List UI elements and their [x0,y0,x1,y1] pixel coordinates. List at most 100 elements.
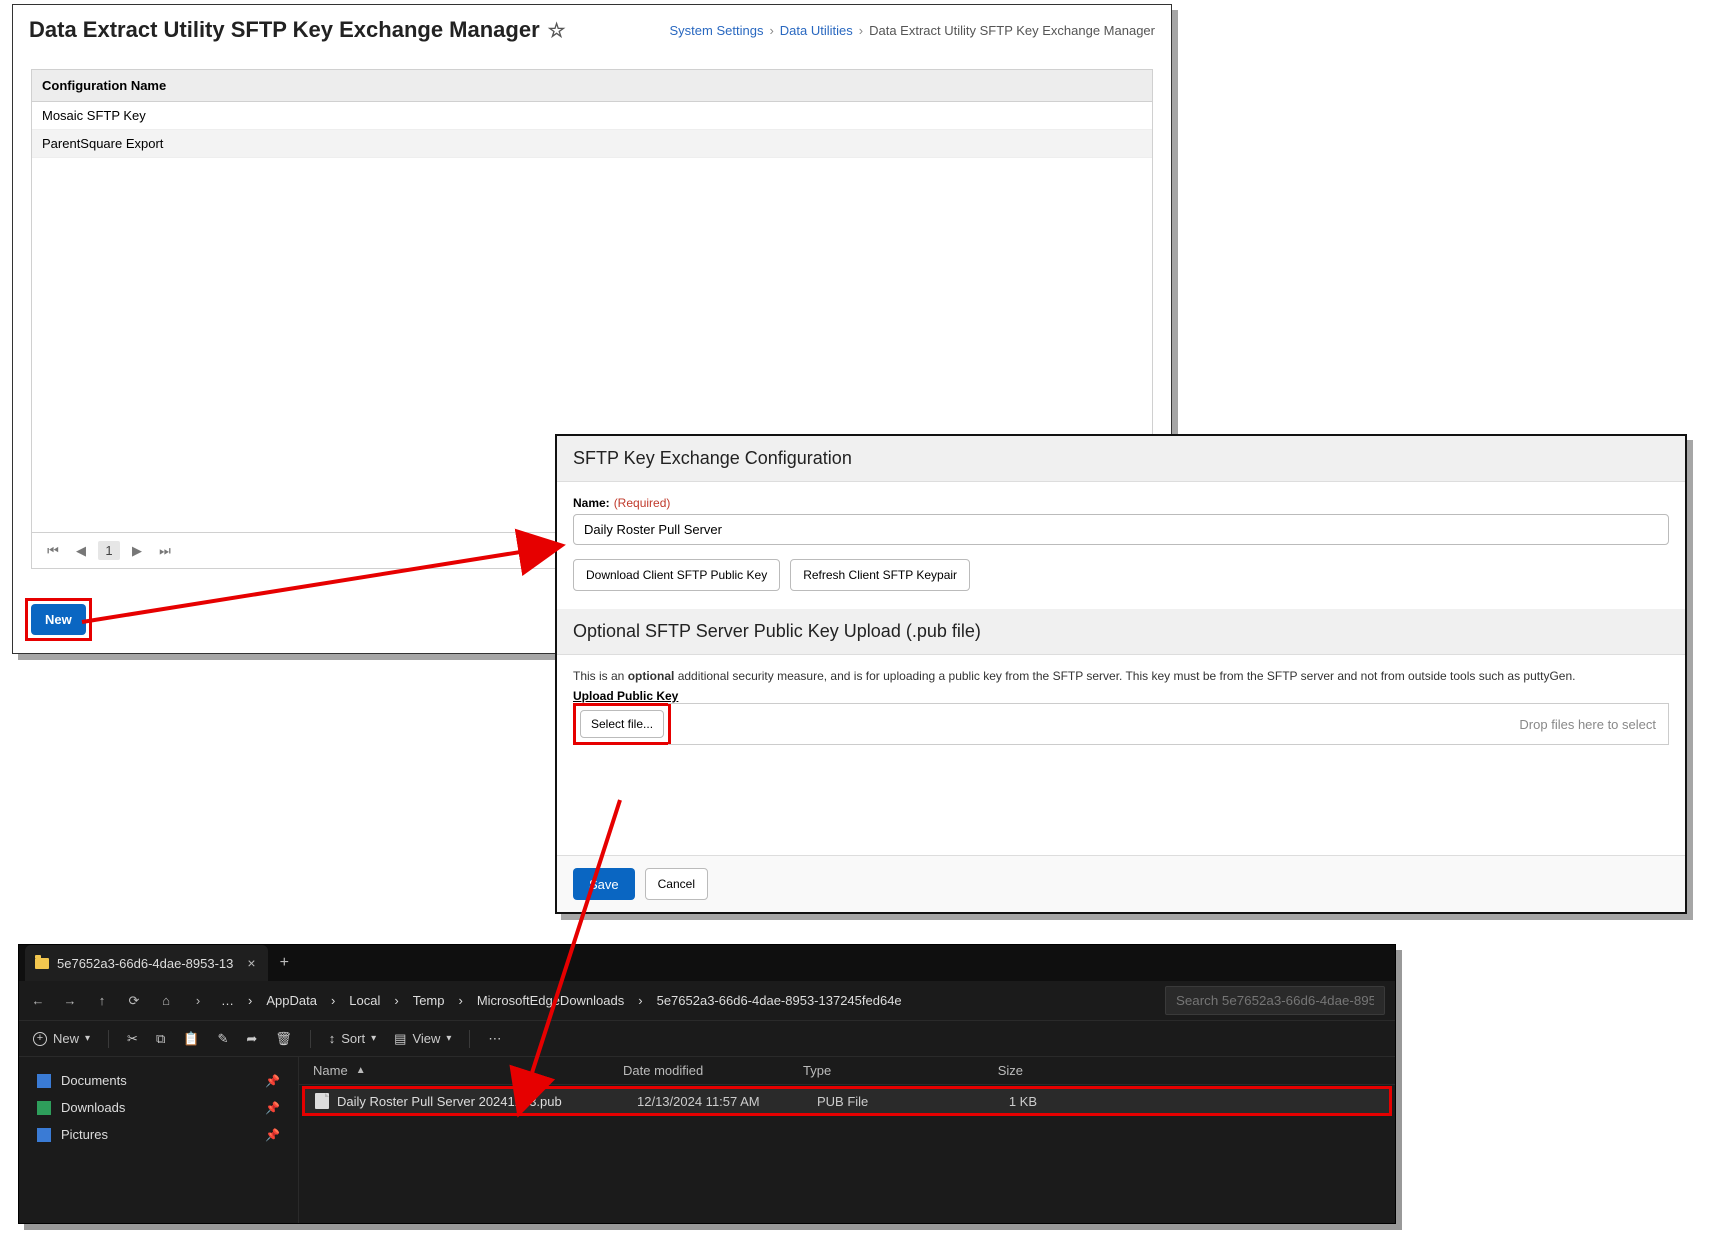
explorer-tab[interactable]: 5e7652a3-66d6-4dae-8953-13 × [25,945,268,981]
nav-back-icon[interactable]: ← [29,993,47,1008]
chevron-right-icon: › [859,23,863,38]
breadcrumb-current: Data Extract Utility SFTP Key Exchange M… [869,23,1155,38]
save-button[interactable]: Save [573,868,635,900]
pin-icon[interactable]: 📌 [265,1101,280,1115]
chevron-right-icon: › [189,993,207,1008]
breadcrumb-system-settings[interactable]: System Settings [670,23,764,38]
path-segment[interactable]: AppData [266,993,317,1008]
rename-icon[interactable]: ✎ [217,1031,228,1047]
path-segment[interactable]: Local [349,993,380,1008]
path-segment[interactable]: 5e7652a3-66d6-4dae-8953-137245fed64e [657,993,902,1008]
refresh-keypair-button[interactable]: Refresh Client SFTP Keypair [790,559,970,591]
view-icon: ▤ [394,1031,406,1047]
copy-icon[interactable]: ⧉ [156,1031,165,1047]
toolbar-sort-button[interactable]: ↕Sort▾ [329,1031,376,1046]
sidebar-item-downloads[interactable]: Downloads 📌 [27,1094,290,1121]
config-name-cell: ParentSquare Export [42,136,163,151]
new-button[interactable]: New [31,604,86,635]
column-headers: Name ▲ Date modified Type Size [299,1057,1395,1085]
select-file-button[interactable]: Select file... [580,710,664,738]
toolbar-new-button[interactable]: +New▾ [33,1031,90,1046]
file-type-cell: PUB File [817,1094,957,1109]
home-icon[interactable]: ⌂ [157,993,175,1008]
chevron-down-icon: ▾ [85,1033,90,1044]
upload-help-text: This is an optional additional security … [573,669,1669,683]
chevron-down-icon: ▾ [446,1033,451,1044]
help-pre: This is an [573,669,628,683]
pager-prev-icon[interactable]: ◀ [70,543,92,559]
file-drop-area[interactable]: Drop files here to select [668,703,1669,745]
config-section-body: Name: (Required) Download Client SFTP Pu… [557,482,1685,609]
explorer-body: Documents 📌 Downloads 📌 Pictures 📌 Name ▲… [19,1057,1395,1223]
config-name-cell: Mosaic SFTP Key [42,108,146,123]
chevron-right-icon: › [394,993,398,1008]
chevron-right-icon: › [331,993,335,1008]
sidebar-item-label: Documents [61,1073,127,1088]
column-header-size[interactable]: Size [943,1063,1043,1078]
path-segment[interactable]: MicrosoftEdgeDownloads [477,993,624,1008]
file-row-selected[interactable]: Daily Roster Pull Server 20241213.pub 12… [305,1089,1389,1113]
toolbar-separator [469,1030,470,1048]
close-tab-icon[interactable]: × [247,955,255,971]
nav-forward-icon[interactable]: → [61,993,79,1008]
section-title-config: SFTP Key Exchange Configuration [557,436,1685,482]
file-date-cell: 12/13/2024 11:57 AM [637,1094,817,1109]
nav-refresh-icon[interactable]: ⟳ [125,993,143,1009]
sidebar-item-label: Pictures [61,1127,108,1142]
sort-icon: ↕ [329,1031,336,1046]
column-header-configuration-name[interactable]: Configuration Name [32,70,1152,102]
pager-last-icon[interactable]: ⏭ [154,543,176,559]
sidebar-item-pictures[interactable]: Pictures 📌 [27,1121,290,1148]
name-input[interactable] [573,514,1669,545]
sort-asc-icon: ▲ [356,1065,366,1076]
more-icon[interactable]: ⋯ [488,1031,501,1047]
paste-icon[interactable]: 📋 [183,1031,199,1047]
column-header-name[interactable]: Name ▲ [313,1063,623,1078]
explorer-navbar: ← → ↑ ⟳ ⌂ › … › AppData › Local › Temp ›… [19,981,1395,1021]
upload-section-body: This is an optional additional security … [557,655,1685,763]
pin-icon[interactable]: 📌 [265,1074,280,1088]
table-row[interactable]: Mosaic SFTP Key [32,102,1152,130]
file-icon [315,1093,329,1109]
new-tab-icon[interactable]: + [268,954,301,972]
chevron-down-icon: ▾ [371,1033,376,1044]
downloads-icon [37,1101,51,1115]
explorer-sidebar: Documents 📌 Downloads 📌 Pictures 📌 [19,1057,299,1223]
sftp-config-form-panel: SFTP Key Exchange Configuration Name: (R… [555,434,1687,914]
table-row[interactable]: ParentSquare Export [32,130,1152,158]
section-title-upload: Optional SFTP Server Public Key Upload (… [557,609,1685,655]
path-segment[interactable]: Temp [413,993,445,1008]
sidebar-item-documents[interactable]: Documents 📌 [27,1067,290,1094]
toolbar-view-button[interactable]: ▤View▾ [394,1031,451,1047]
toolbar-new-label: New [53,1031,79,1046]
form-footer: Save Cancel [557,855,1685,912]
pager-page-number: 1 [98,541,120,560]
name-label-text: Name: [573,496,610,510]
help-post: additional security measure, and is for … [674,669,1575,683]
select-file-highlight: Select file... [573,703,671,745]
chevron-right-icon: › [638,993,642,1008]
cancel-button[interactable]: Cancel [645,868,708,900]
breadcrumb: System Settings › Data Utilities › Data … [670,23,1155,38]
panel-header: Data Extract Utility SFTP Key Exchange M… [13,5,1171,53]
pager-first-icon[interactable]: ⏮ [42,543,64,559]
pin-icon[interactable]: 📌 [265,1128,280,1142]
drop-hint-text: Drop files here to select [1519,717,1656,732]
share-icon[interactable]: ➦ [246,1031,257,1047]
column-header-type[interactable]: Type [803,1063,943,1078]
explorer-search-input[interactable] [1165,986,1385,1015]
pager-next-icon[interactable]: ▶ [126,543,148,559]
nav-up-icon[interactable]: ↑ [93,993,111,1008]
explorer-filepane: Name ▲ Date modified Type Size Daily Rost… [299,1057,1395,1223]
cut-icon[interactable]: ✂ [127,1031,138,1047]
favorite-star-icon[interactable]: ☆ [548,18,566,43]
download-public-key-button[interactable]: Download Client SFTP Public Key [573,559,780,591]
path-ellipsis[interactable]: … [221,993,234,1008]
delete-icon[interactable]: 🗑 [275,1031,292,1047]
column-header-date[interactable]: Date modified [623,1063,803,1078]
toolbar-separator [108,1030,109,1048]
col-name-label: Name [313,1063,348,1078]
pictures-icon [37,1128,51,1142]
chevron-right-icon: › [459,993,463,1008]
breadcrumb-data-utilities[interactable]: Data Utilities [780,23,853,38]
